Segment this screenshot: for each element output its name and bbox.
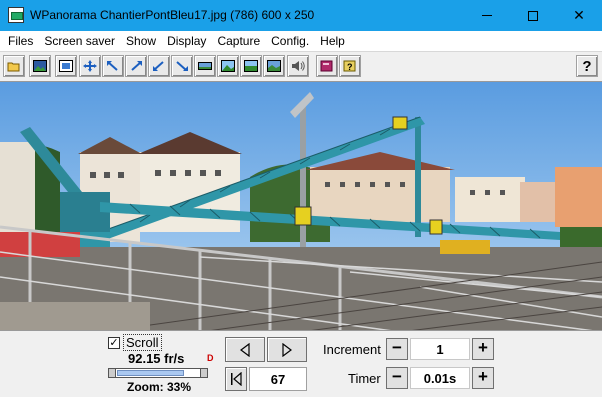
slider-fill xyxy=(117,370,185,376)
arrow-down-right-icon xyxy=(176,61,188,71)
menu-display[interactable]: Display xyxy=(162,31,212,51)
menu-config[interactable]: Config. xyxy=(266,31,315,51)
triangle-left-icon xyxy=(240,342,250,357)
landscape-icon xyxy=(221,60,235,72)
scroll-down-left-button[interactable] xyxy=(148,55,170,77)
toolbar: ? ? xyxy=(0,51,602,80)
menu-help[interactable]: Help xyxy=(315,31,351,51)
sound-button[interactable] xyxy=(287,55,309,77)
speaker-icon xyxy=(292,61,305,71)
scroll-up-right-button[interactable] xyxy=(125,55,147,77)
slider-right-arrow[interactable] xyxy=(200,368,208,378)
maximize-icon xyxy=(528,10,538,21)
horizon-button[interactable] xyxy=(240,55,262,77)
skip-to-start-icon xyxy=(231,372,242,386)
timer-minus-button[interactable]: − xyxy=(386,367,408,389)
move-icon xyxy=(83,60,97,72)
book-icon xyxy=(320,60,333,72)
picture-icon xyxy=(33,60,47,72)
open-button[interactable] xyxy=(3,55,25,77)
next-frame-button[interactable] xyxy=(267,337,307,362)
picture-button[interactable] xyxy=(29,55,51,77)
zoom-readout: Zoom: 33% xyxy=(127,380,192,394)
menu-bar: Files Screen saver Show Display Capture … xyxy=(0,31,602,51)
open-folder-icon xyxy=(7,62,20,72)
close-button[interactable]: ✕ xyxy=(556,0,602,31)
previous-frame-button[interactable] xyxy=(225,337,265,362)
timer-value-field[interactable]: 0.01s xyxy=(410,367,470,389)
menu-files[interactable]: Files xyxy=(3,31,39,51)
scroll-down-right-button[interactable] xyxy=(171,55,193,77)
app-icon[interactable] xyxy=(8,7,24,23)
increment-plus-button[interactable]: + xyxy=(472,338,494,360)
frame-rate-readout: 92.15 fr/s xyxy=(128,351,185,366)
landscape-button[interactable] xyxy=(217,55,239,77)
panorama-strip-button[interactable] xyxy=(194,55,216,77)
panorama-image[interactable] xyxy=(0,81,602,331)
film-button[interactable] xyxy=(263,55,285,77)
minimize-icon xyxy=(482,15,492,16)
panorama-strip-icon xyxy=(198,62,212,70)
timer-label: Timer xyxy=(348,371,381,386)
triangle-right-icon xyxy=(282,342,292,357)
fit-window-button[interactable] xyxy=(55,55,77,77)
panorama-scene xyxy=(0,82,602,330)
frame-number-field[interactable]: 67 xyxy=(249,367,307,391)
film-icon xyxy=(267,60,281,72)
title-bar: WPanorama ChantierPontBleu17.jpg (786) 6… xyxy=(0,0,602,31)
control-panel: ✓ Scroll 92.15 fr/s D Zoom: 33% 67 Incre… xyxy=(0,331,602,397)
first-frame-button[interactable] xyxy=(225,367,247,391)
help-book-button[interactable]: ? xyxy=(339,55,361,77)
close-icon: ✕ xyxy=(573,7,585,23)
menu-show[interactable]: Show xyxy=(121,31,162,51)
increment-label: Increment xyxy=(323,342,381,357)
menu-screen-saver[interactable]: Screen saver xyxy=(39,31,121,51)
scroll-up-left-button[interactable] xyxy=(102,55,124,77)
slider-left-arrow[interactable] xyxy=(108,368,116,378)
timer-plus-button[interactable]: + xyxy=(472,367,494,389)
arrow-up-right-icon xyxy=(131,61,142,71)
increment-value-field[interactable]: 1 xyxy=(410,338,470,360)
help-button[interactable]: ? xyxy=(576,55,598,77)
arrow-down-left-icon xyxy=(153,61,164,71)
fit-window-icon xyxy=(59,60,73,72)
window-title: WPanorama ChantierPontBleu17.jpg (786) 6… xyxy=(30,8,315,22)
speed-slider[interactable] xyxy=(108,368,208,378)
maximize-button[interactable] xyxy=(510,0,556,31)
minimize-button[interactable] xyxy=(464,0,510,31)
help-book-icon: ? xyxy=(343,60,356,72)
scroll-label[interactable]: Scroll xyxy=(123,334,162,351)
scroll-checkbox[interactable]: ✓ xyxy=(108,337,120,349)
fps-indicator-icon: D xyxy=(207,353,214,363)
horizon-icon xyxy=(244,60,258,72)
arrow-up-left-icon xyxy=(107,61,118,71)
increment-minus-button[interactable]: − xyxy=(386,338,408,360)
book-button[interactable] xyxy=(316,55,338,77)
menu-capture[interactable]: Capture xyxy=(212,31,266,51)
svg-text:?: ? xyxy=(347,62,353,72)
move-button[interactable] xyxy=(79,55,101,77)
